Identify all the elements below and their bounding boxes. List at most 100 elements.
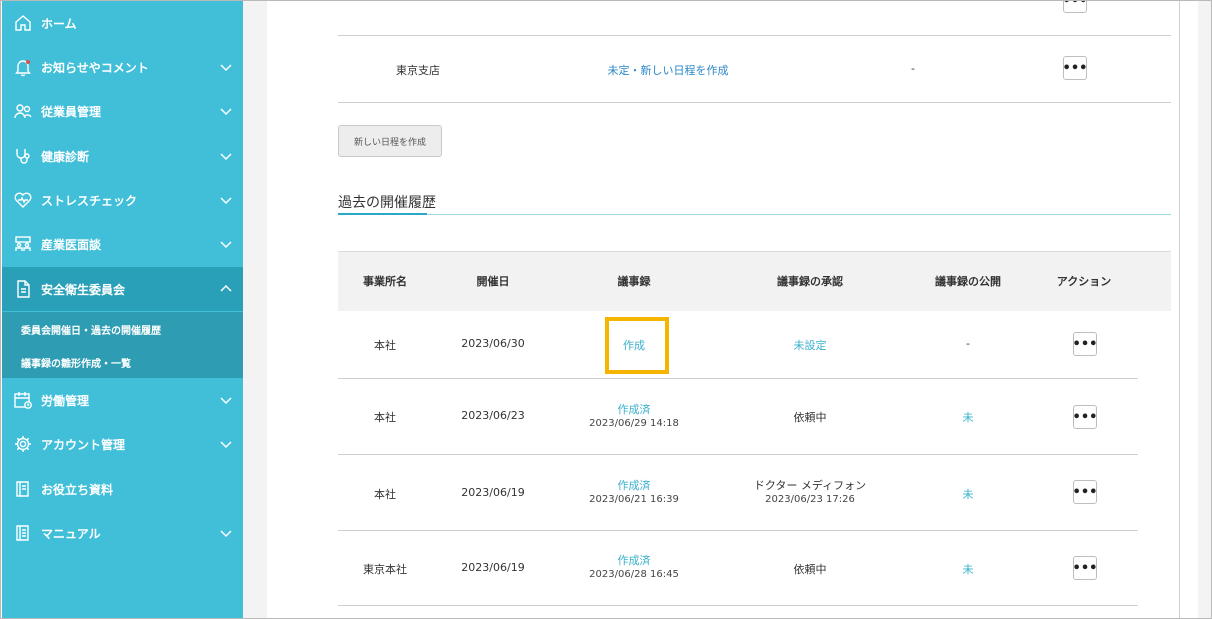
create-schedule-link[interactable]: 未定・新しい日程を作成 bbox=[593, 62, 743, 78]
row-divider bbox=[338, 605, 1138, 606]
row-divider bbox=[338, 102, 1171, 103]
publish-status[interactable]: 未 bbox=[958, 409, 978, 425]
action-menu-button[interactable]: ••• bbox=[1063, 56, 1087, 80]
column-header-office: 事業所名 bbox=[363, 275, 407, 288]
more-icon: ••• bbox=[1062, 0, 1088, 9]
office-name: 本社 bbox=[374, 339, 396, 352]
sidebar-item-label: 安全衛生委員会 bbox=[41, 282, 126, 297]
status-value: - bbox=[911, 62, 915, 75]
publish-status: - bbox=[966, 337, 970, 350]
sidebar-item-label: お役立ち資料 bbox=[41, 482, 114, 497]
main-area: ••• 東京支店 未定・新しい日程を作成 - ••• 新しい日程を作成 過去の開… bbox=[243, 0, 1211, 618]
more-icon: ••• bbox=[1072, 409, 1098, 425]
sidebar-item-notifications[interactable]: お知らせやコメント bbox=[2, 45, 243, 89]
sidebar-item-label: 産業医面談 bbox=[41, 237, 102, 252]
manual-icon bbox=[12, 522, 34, 544]
highlight-box bbox=[605, 317, 669, 374]
bell-icon bbox=[12, 56, 34, 78]
office-name: 本社 bbox=[374, 411, 396, 424]
minutes-created-link[interactable]: 作成済 bbox=[584, 401, 684, 417]
sidebar-item-labor-management[interactable]: 労働管理 bbox=[2, 378, 243, 422]
chevron-down-icon[interactable] bbox=[219, 193, 233, 207]
people-icon bbox=[12, 100, 34, 122]
minutes-created-link[interactable]: 作成済 bbox=[584, 477, 684, 493]
column-header-approval: 議事録の承認 bbox=[777, 275, 843, 288]
sidebar-item-label: 労働管理 bbox=[41, 393, 90, 408]
sidebar-item-label: アカウント管理 bbox=[41, 437, 126, 452]
sidebar-item-account-management[interactable]: アカウント管理 bbox=[2, 422, 243, 466]
sidebar-item-label: ホーム bbox=[41, 16, 77, 31]
calendar-clock-icon bbox=[12, 389, 34, 411]
minutes-created-date: 2023/06/21 16:39 bbox=[589, 494, 679, 505]
new-schedule-button[interactable]: 新しい日程を作成 bbox=[338, 125, 442, 157]
approval-date: 2023/06/23 17:26 bbox=[765, 494, 855, 505]
sidebar-item-resources[interactable]: お役立ち資料 bbox=[2, 467, 243, 511]
sidebar-item-stress-check[interactable]: ストレスチェック bbox=[2, 178, 243, 222]
section-title: 過去の開催履歴 bbox=[338, 195, 436, 211]
chevron-up-icon[interactable] bbox=[219, 282, 233, 296]
sidebar-item-label: ストレスチェック bbox=[41, 193, 138, 208]
chevron-down-icon[interactable] bbox=[219, 437, 233, 451]
action-menu-button[interactable]: ••• bbox=[1062, 0, 1088, 13]
scroll-track[interactable] bbox=[1179, 1, 1180, 618]
content-panel: ••• 東京支店 未定・新しい日程を作成 - ••• 新しい日程を作成 過去の開… bbox=[267, 0, 1198, 618]
book-icon bbox=[12, 478, 34, 500]
action-menu-button[interactable]: ••• bbox=[1073, 405, 1097, 429]
stethoscope-icon bbox=[12, 145, 34, 167]
chevron-down-icon[interactable] bbox=[219, 104, 233, 118]
chevron-down-icon[interactable] bbox=[219, 526, 233, 540]
minutes-created-date: 2023/06/29 14:18 bbox=[589, 418, 679, 429]
chevron-down-icon[interactable] bbox=[219, 60, 233, 74]
sidebar-item-label: 従業員管理 bbox=[41, 104, 102, 119]
sidebar-item-home[interactable]: ホーム bbox=[2, 1, 243, 45]
sidebar-item-manual[interactable]: マニュアル bbox=[2, 511, 243, 555]
document-icon bbox=[12, 278, 34, 300]
submenu-item-minutes-templates[interactable]: 議事録の雛形作成・一覧 bbox=[21, 355, 131, 370]
publish-status[interactable]: 未 bbox=[958, 486, 978, 502]
home-icon bbox=[12, 12, 34, 34]
sidebar-item-label: マニュアル bbox=[41, 526, 101, 541]
action-menu-button[interactable]: ••• bbox=[1073, 332, 1097, 356]
column-header-action: アクション bbox=[1056, 275, 1112, 288]
column-header-date: 開催日 bbox=[476, 275, 510, 288]
action-menu-button[interactable]: ••• bbox=[1073, 480, 1097, 504]
office-name: 東京本社 bbox=[363, 563, 407, 576]
meeting-date: 2023/06/19 bbox=[461, 486, 525, 499]
meeting-date: 2023/06/19 bbox=[461, 561, 525, 574]
more-icon: ••• bbox=[1072, 484, 1098, 500]
sidebar-item-safety-committee[interactable]: 安全衛生委員会 bbox=[2, 267, 243, 311]
chevron-down-icon[interactable] bbox=[219, 237, 233, 251]
sidebar-item-employees[interactable]: 従業員管理 bbox=[2, 89, 243, 133]
sidebar-item-health-checkup[interactable]: 健康診断 bbox=[2, 134, 243, 178]
chevron-down-icon[interactable] bbox=[219, 393, 233, 407]
sidebar-item-doctor-interview[interactable]: 産業医面談 bbox=[2, 222, 243, 266]
section-divider bbox=[338, 214, 1171, 215]
sidebar-item-label: お知らせやコメント bbox=[41, 60, 149, 75]
approval-status: 依頼中 bbox=[793, 563, 827, 576]
more-icon: ••• bbox=[1062, 60, 1088, 76]
action-menu-button[interactable]: ••• bbox=[1073, 556, 1097, 580]
meeting-date: 2023/06/30 bbox=[461, 337, 525, 350]
approver-name: ドクター メディフォン bbox=[753, 479, 867, 492]
approval-status-link[interactable]: 未設定 bbox=[770, 337, 850, 353]
heart-icon bbox=[12, 189, 34, 211]
row-divider bbox=[338, 530, 1138, 531]
column-header-publish: 議事録の公開 bbox=[935, 275, 1001, 288]
approval-status: 依頼中 bbox=[793, 411, 827, 424]
sidebar-submenu: 委員会開催日・過去の開催履歴 議事録の雛形作成・一覧 bbox=[2, 312, 243, 378]
publish-status[interactable]: 未 bbox=[958, 561, 978, 577]
minutes-created-date: 2023/06/28 16:45 bbox=[589, 569, 679, 580]
section-divider-accent bbox=[338, 213, 427, 215]
gear-icon bbox=[12, 433, 34, 455]
office-name: 本社 bbox=[374, 488, 396, 501]
submenu-item-meeting-dates[interactable]: 委員会開催日・過去の開催履歴 bbox=[21, 322, 161, 337]
more-icon: ••• bbox=[1072, 336, 1098, 352]
more-icon: ••• bbox=[1072, 560, 1098, 576]
table-header: 事業所名 開催日 議事録 議事録の承認 議事録の公開 アクション bbox=[338, 251, 1171, 311]
row-divider bbox=[338, 35, 1171, 36]
sidebar: ホーム お知らせやコメント 従業員管理 健康診断 ストレスチェック 産業医面談 … bbox=[2, 1, 243, 618]
chevron-down-icon[interactable] bbox=[219, 149, 233, 163]
minutes-created-link[interactable]: 作成済 bbox=[584, 552, 684, 568]
row-divider bbox=[338, 454, 1138, 455]
row-divider bbox=[338, 378, 1138, 379]
